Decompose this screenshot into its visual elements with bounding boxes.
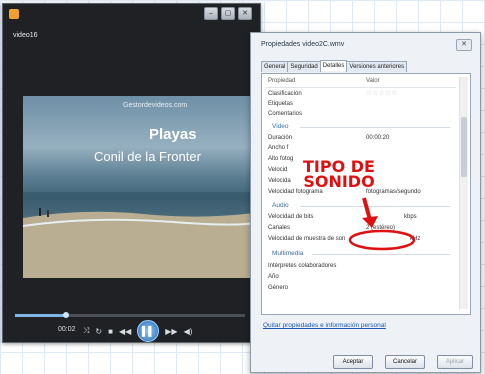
annotation-arrow xyxy=(362,197,372,221)
annotation-circle xyxy=(348,229,416,251)
annotation-arrowhead xyxy=(362,216,378,228)
annotation-overlay xyxy=(348,197,416,251)
